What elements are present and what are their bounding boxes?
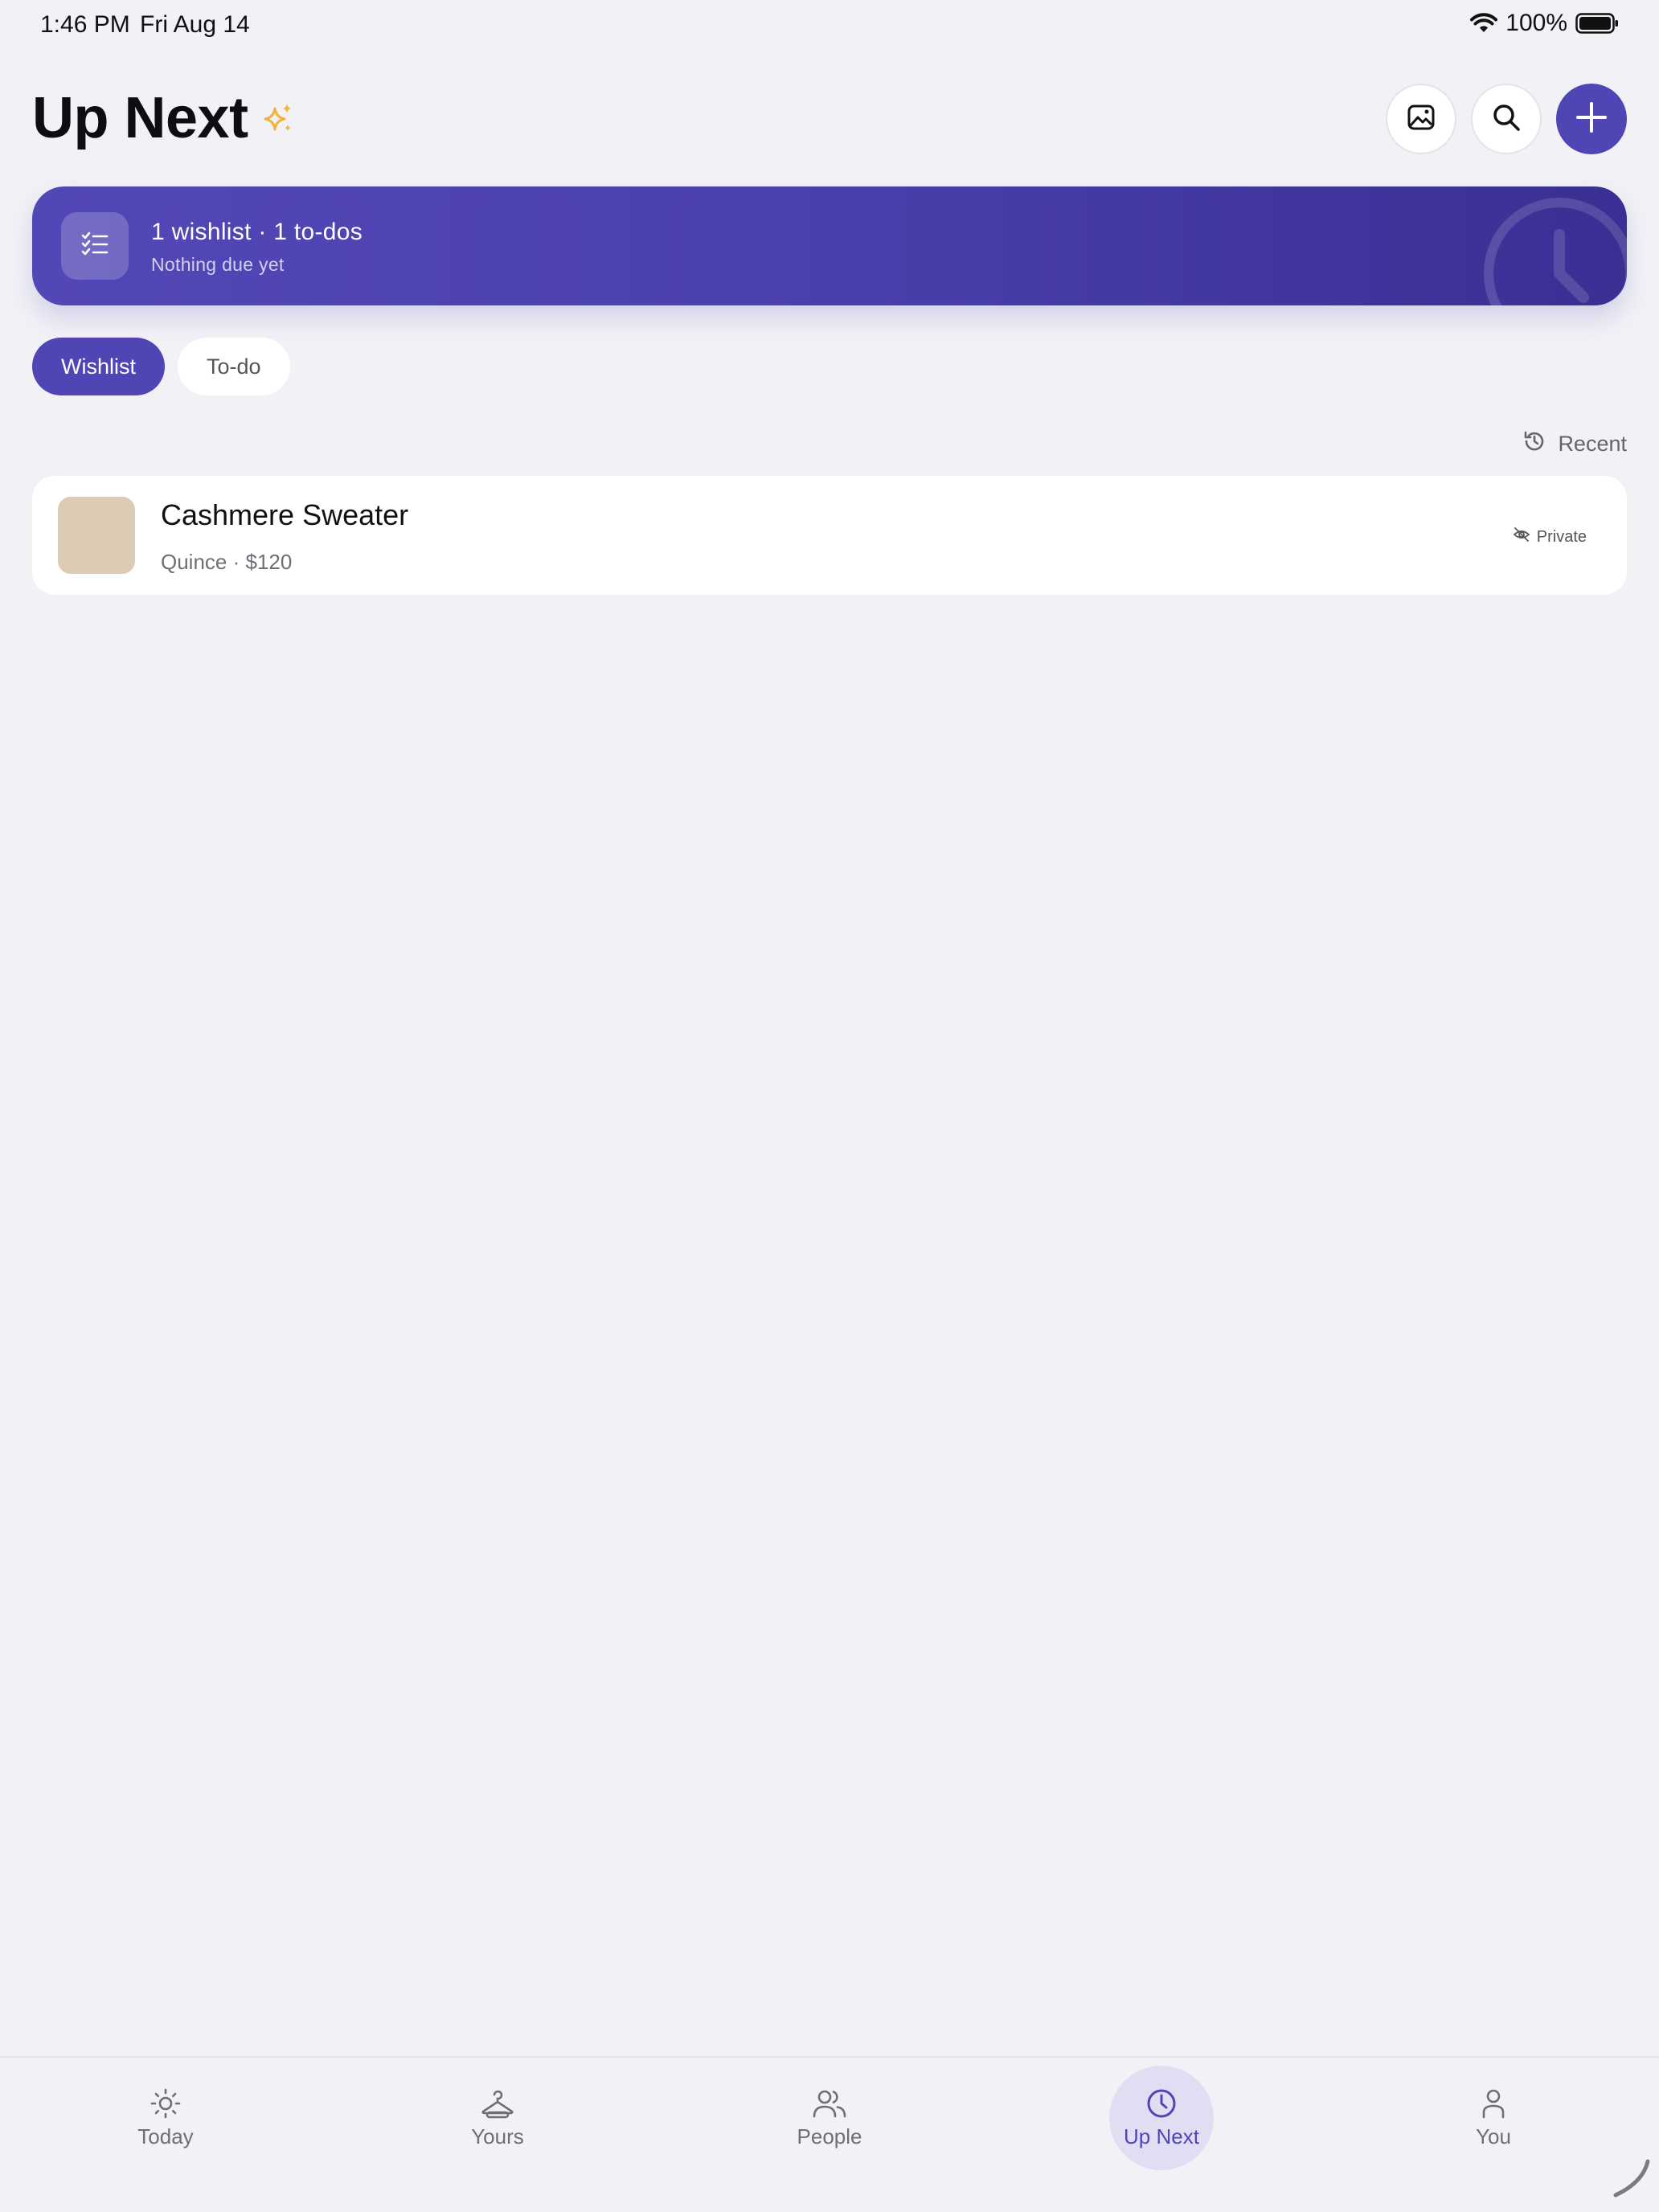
- privacy-label: Private: [1536, 527, 1587, 546]
- search-icon: [1491, 102, 1522, 137]
- battery-icon: [1575, 13, 1619, 34]
- item-thumbnail: [58, 497, 135, 574]
- item-meta: Quince · $120: [161, 550, 293, 574]
- nav-people-label: People: [797, 2124, 862, 2149]
- sparkle-icon: [263, 102, 295, 134]
- nav-up-next[interactable]: Up Next: [1109, 2066, 1214, 2170]
- eye-off-icon: [1513, 526, 1530, 548]
- nav-you-label: You: [1476, 2124, 1511, 2149]
- status-indicators: 100%: [1470, 10, 1619, 37]
- search-button[interactable]: [1471, 84, 1542, 154]
- privacy-badge: Private: [1513, 526, 1587, 548]
- list-item[interactable]: Cashmere Sweater Quince · $120 Private: [32, 476, 1627, 595]
- nav-people[interactable]: People: [777, 2066, 882, 2170]
- sun-icon: [150, 2087, 182, 2120]
- nav-yours[interactable]: Yours: [445, 2066, 550, 2170]
- summary-title: 1 wishlist · 1 to-dos: [151, 219, 363, 245]
- nav-yours-label: Yours: [471, 2124, 524, 2149]
- resize-handle-icon[interactable]: [1611, 2158, 1653, 2204]
- nav-you[interactable]: You: [1441, 2066, 1546, 2170]
- status-date: Fri Aug 14: [140, 11, 250, 38]
- page-title: Up Next: [32, 86, 248, 150]
- people-icon: [813, 2087, 846, 2120]
- clock-watermark-icon: [1479, 193, 1627, 305]
- header-actions: [1386, 84, 1627, 154]
- nav-up-next-label: Up Next: [1124, 2124, 1199, 2149]
- status-bar: 1:46 PM Fri Aug 14 100%: [0, 0, 1659, 51]
- summary-banner[interactable]: 1 wishlist · 1 to-dos Nothing due yet: [32, 186, 1627, 305]
- checklist-icon-box: [61, 212, 129, 280]
- status-time: 1:46 PM: [40, 11, 130, 38]
- person-icon: [1477, 2087, 1509, 2120]
- hanger-icon: [481, 2087, 514, 2120]
- plus-icon: [1575, 100, 1608, 138]
- nav-today[interactable]: Today: [113, 2066, 218, 2170]
- image-icon: [1406, 102, 1436, 137]
- up-next-screen: 1:46 PM Fri Aug 14 100% Up Next 1 wishli…: [0, 0, 1659, 2212]
- clock-icon: [1145, 2087, 1178, 2120]
- item-name: Cashmere Sweater: [161, 498, 409, 531]
- nav-today-label: Today: [137, 2124, 194, 2149]
- history-icon: [1522, 429, 1546, 459]
- photo-import-button[interactable]: [1386, 84, 1456, 154]
- segment-tabs: Wishlist To-do: [32, 338, 290, 395]
- bottom-nav: Today Yours People Up Next You: [0, 2056, 1659, 2212]
- tab-wishlist[interactable]: Wishlist: [32, 338, 165, 395]
- summary-subtitle: Nothing due yet: [151, 254, 285, 275]
- page-header: Up Next: [32, 85, 295, 151]
- wifi-icon: [1470, 13, 1498, 34]
- add-button[interactable]: [1556, 84, 1627, 154]
- checklist-icon: [80, 230, 109, 263]
- sort-label: Recent: [1558, 432, 1627, 456]
- tab-todo[interactable]: To-do: [178, 338, 290, 395]
- sort-button[interactable]: Recent: [1522, 429, 1627, 459]
- battery-percent: 100%: [1505, 10, 1567, 36]
